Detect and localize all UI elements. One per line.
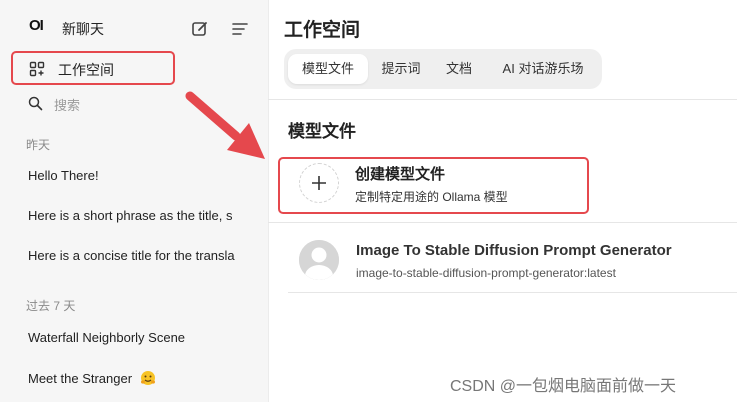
red-arrow-annotation: [185, 91, 265, 159]
watermark: CSDN @一包烟电脑面前做一天: [450, 378, 677, 395]
